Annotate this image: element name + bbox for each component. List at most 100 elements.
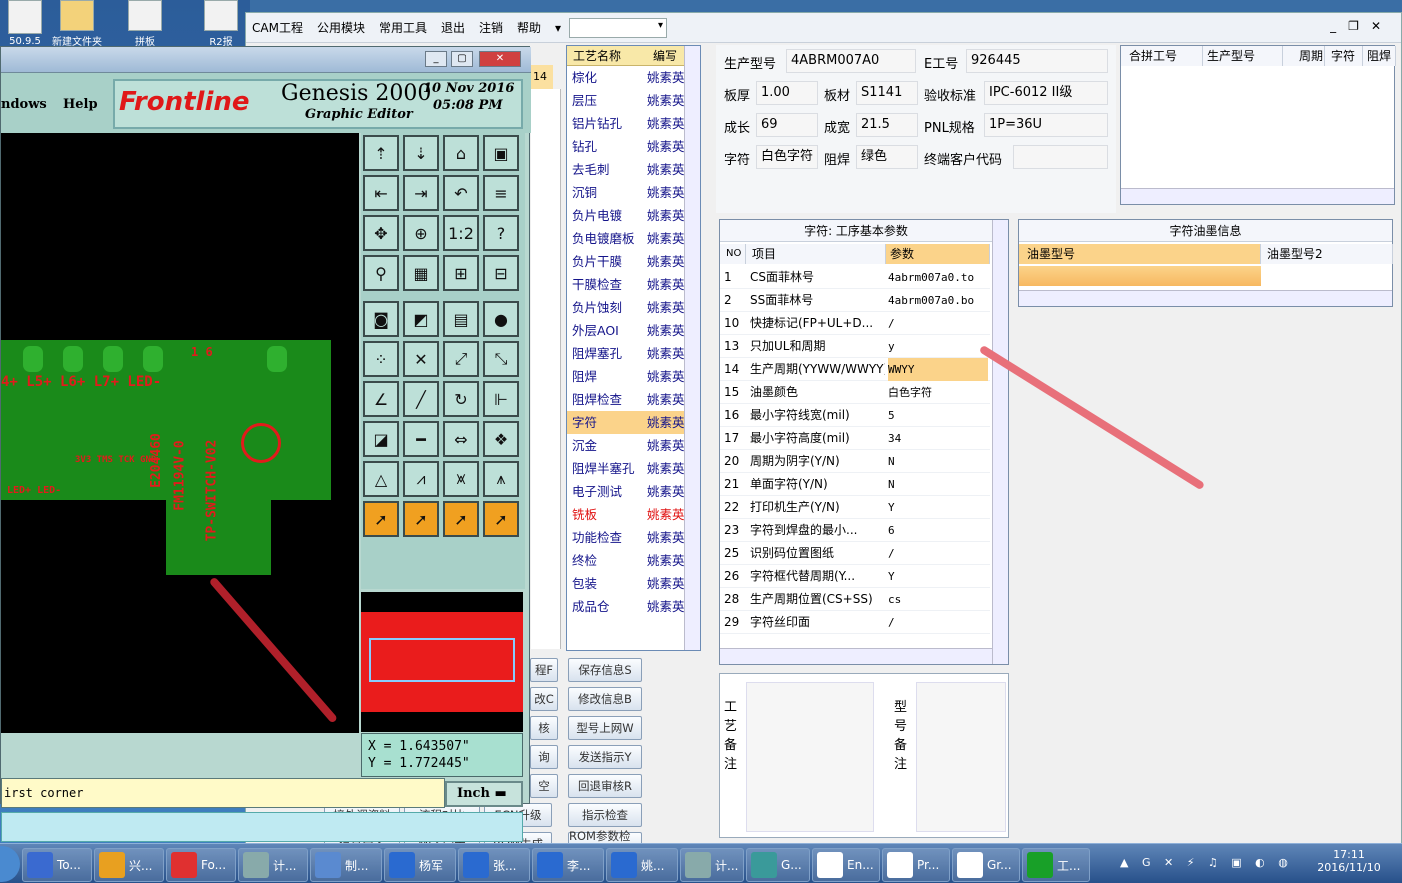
unit-selector[interactable]: Inch ▬ xyxy=(445,781,523,807)
process-row[interactable]: 去毛刺 姚素英 xyxy=(567,158,700,181)
process-row[interactable]: 电子测试 姚素英 xyxy=(567,480,700,503)
action-button[interactable]: 修改信息B xyxy=(568,687,642,711)
params-row[interactable]: 15 油墨颜色 白色字符 xyxy=(720,381,990,404)
start-button[interactable] xyxy=(0,846,20,882)
maximize-icon[interactable]: ▢ xyxy=(451,51,473,67)
process-row[interactable]: 成品仓 姚素英 xyxy=(567,595,700,618)
params-row[interactable]: 10 快捷标记(FP+UL+D... / xyxy=(720,312,990,335)
material-field[interactable]: S1141 xyxy=(856,81,918,105)
taskbar-button[interactable]: 计... xyxy=(680,848,744,882)
params-row[interactable]: 16 最小字符线宽(mil) 5 xyxy=(720,404,990,427)
action-button[interactable]: 指示检查 xyxy=(568,803,642,827)
triangle4-icon[interactable]: ⩚ xyxy=(483,461,519,497)
merge-col-header[interactable]: 生产型号 xyxy=(1203,46,1283,66)
snap-icon[interactable]: ⊞ xyxy=(443,255,479,291)
params-row[interactable]: 17 最小字符高度(mil) 34 xyxy=(720,427,990,450)
params-row[interactable]: 28 生产周期位置(CS+SS) cs xyxy=(720,588,990,611)
menu-tools[interactable]: 常用工具 xyxy=(379,19,427,36)
triangle-icon[interactable]: △ xyxy=(363,461,399,497)
taskbar-button[interactable]: En... xyxy=(812,848,880,882)
action-button[interactable]: 程F xyxy=(530,658,558,682)
params-row[interactable]: 26 字符框代替周期(Y... Y xyxy=(720,565,990,588)
desktop-icon[interactable]: R2报 xyxy=(196,0,246,48)
move-right-icon[interactable]: ⇥ xyxy=(403,175,439,211)
action-button[interactable]: 询 xyxy=(530,745,558,769)
params-col-value[interactable]: 参数 xyxy=(886,244,990,264)
process-row[interactable]: 负片干膜 姚素英 xyxy=(567,250,700,273)
process-row[interactable]: 包装 姚素英 xyxy=(567,572,700,595)
process-row[interactable]: 铝片钻孔 姚素英 xyxy=(567,112,700,135)
taskbar-button[interactable]: G... xyxy=(746,848,810,882)
model-notes-field[interactable] xyxy=(916,682,1006,832)
pointer-icon[interactable]: ➚ xyxy=(363,501,399,537)
help-icon[interactable]: ? xyxy=(483,215,519,251)
merge-col-header[interactable]: 字符 xyxy=(1325,46,1363,66)
draw-icon[interactable]: ◩ xyxy=(403,301,439,337)
params-col-no[interactable]: NO xyxy=(720,244,746,264)
merge-col-header[interactable]: 阻焊 xyxy=(1363,46,1396,66)
segment-icon[interactable]: ━ xyxy=(403,421,439,457)
params-row[interactable]: 1 CS面菲林号 4abrm007a0.to xyxy=(720,266,990,289)
pointer4-icon[interactable]: ➚ xyxy=(483,501,519,537)
zoom-fit-icon[interactable]: ✥ xyxy=(363,215,399,251)
params-vscrollbar[interactable] xyxy=(992,220,1008,664)
close-icon[interactable]: ✕ xyxy=(479,51,521,67)
menu-logout[interactable]: 注销 xyxy=(479,19,503,36)
params-row[interactable]: 25 识别码位置图纸 / xyxy=(720,542,990,565)
process-name-header[interactable]: 工艺名称 xyxy=(567,46,647,65)
process-row[interactable]: 负片蚀刻 姚素英 xyxy=(567,296,700,319)
move-left-icon[interactable]: ⇤ xyxy=(363,175,399,211)
line-icon[interactable]: ╱ xyxy=(403,381,439,417)
process-row[interactable]: 功能检查 姚素英 xyxy=(567,526,700,549)
thickness-field[interactable]: 1.00 xyxy=(756,81,818,105)
width-field[interactable]: 21.5 xyxy=(856,113,918,137)
process-row[interactable]: 钻孔 姚素英 xyxy=(567,135,700,158)
menu-common-module[interactable]: 公用模块 xyxy=(317,19,365,36)
menu-help[interactable]: Help xyxy=(63,97,98,112)
process-row[interactable]: 负片电镀 姚素英 xyxy=(567,204,700,227)
graphic-canvas[interactable]: 4+ L5+ L6+ L7+ LED- LED+ LED- 3V3 TMS TC… xyxy=(1,133,359,733)
action-button[interactable]: 改C xyxy=(530,687,558,711)
home-icon[interactable]: ⌂ xyxy=(443,135,479,171)
ruler-icon[interactable]: ▤ xyxy=(443,301,479,337)
length-field[interactable]: 69 xyxy=(756,113,818,137)
scale-icon[interactable]: 1:2 xyxy=(443,215,479,251)
customer-code-field[interactable] xyxy=(1013,145,1108,169)
rotate-icon[interactable]: ↻ xyxy=(443,381,479,417)
layers-icon[interactable]: ≡ xyxy=(483,175,519,211)
desktop-icon[interactable]: 50.9.5 xyxy=(0,0,50,48)
menu-exit[interactable]: 退出 xyxy=(441,19,465,36)
dot-icon[interactable]: ● xyxy=(483,301,519,337)
process-row[interactable]: 干膜检查 姚素英 xyxy=(567,273,700,296)
action-button[interactable]: 空 xyxy=(530,774,558,798)
menu-cam[interactable]: CAM工程 xyxy=(252,19,303,36)
process-row[interactable]: 棕化 姚素英 xyxy=(567,66,700,89)
minimize-icon[interactable]: _ xyxy=(425,51,447,67)
preview-window[interactable] xyxy=(361,592,523,732)
process-row[interactable]: 阻焊半塞孔 姚素英 xyxy=(567,457,700,480)
action-button[interactable]: 核 xyxy=(530,716,558,740)
action-button[interactable]: 回退审核R xyxy=(568,774,642,798)
process-row[interactable]: 铣板 姚素英 xyxy=(567,503,700,526)
menu-windows[interactable]: ndows xyxy=(1,97,47,112)
process-row[interactable]: 沉铜 姚素英 xyxy=(567,181,700,204)
taskbar-button[interactable]: 兴... xyxy=(94,848,164,882)
taskbar-button[interactable]: To... xyxy=(22,848,92,882)
undo-icon[interactable]: ↶ xyxy=(443,175,479,211)
pad-icon[interactable]: ◙ xyxy=(363,301,399,337)
process-row[interactable]: 阻焊塞孔 姚素英 xyxy=(567,342,700,365)
taskbar-button[interactable]: Gr... xyxy=(952,848,1020,882)
taskbar-button[interactable]: 工... xyxy=(1022,848,1090,882)
taskbar-button[interactable]: 张... xyxy=(458,848,530,882)
params-row[interactable]: 22 打印机生产(Y/N) Y xyxy=(720,496,990,519)
mask-field[interactable]: 绿色 xyxy=(856,145,918,169)
params-row[interactable]: 13 只加UL和周期 y xyxy=(720,335,990,358)
group-icon[interactable]: ❖ xyxy=(483,421,519,457)
menu-help[interactable]: 帮助 xyxy=(517,19,541,36)
taskbar-button[interactable]: 计... xyxy=(238,848,308,882)
model-field[interactable]: 4ABRM007A0 xyxy=(786,49,916,73)
triangle2-icon[interactable]: ⩘ xyxy=(403,461,439,497)
process-row[interactable]: 层压 姚素英 xyxy=(567,89,700,112)
desktop-icon[interactable]: 拼板 xyxy=(120,0,170,48)
pointer2-icon[interactable]: ➚ xyxy=(403,501,439,537)
